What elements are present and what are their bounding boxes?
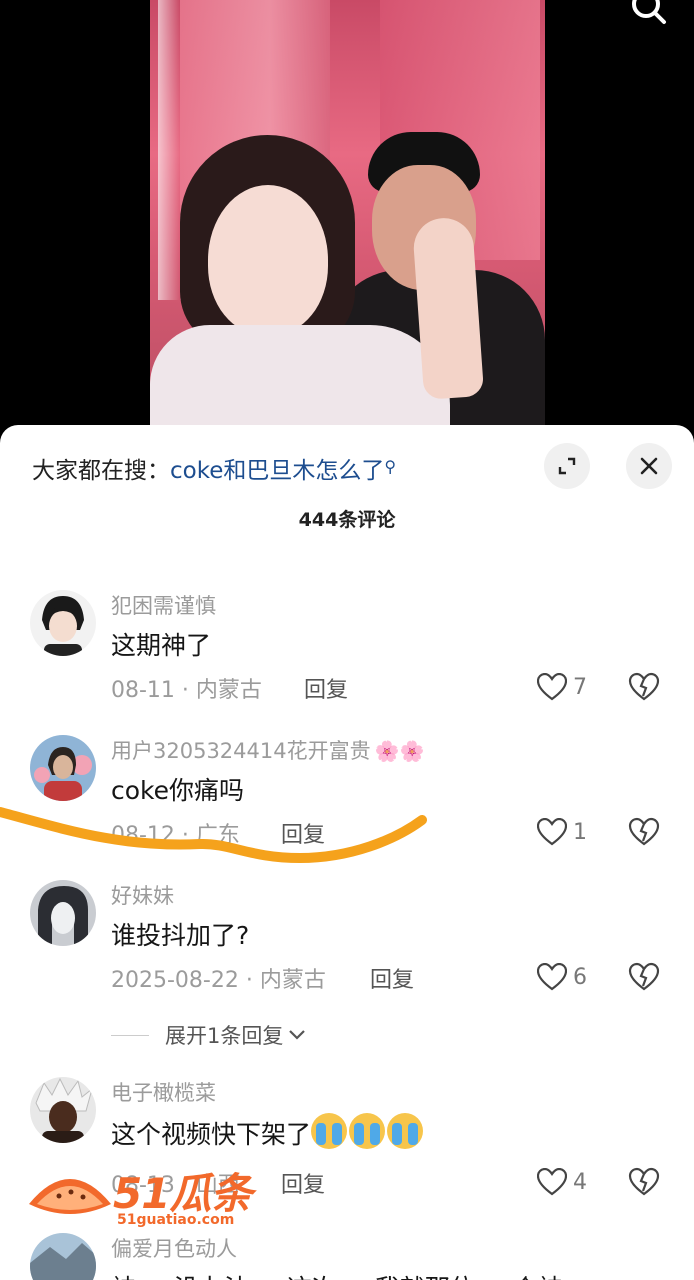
dislike-button[interactable]: [628, 962, 660, 992]
comment-location: 内蒙古: [195, 678, 262, 703]
search-icon: ⚲: [384, 457, 397, 476]
like-button[interactable]: 1: [537, 815, 597, 849]
like-button[interactable]: 7: [537, 670, 597, 704]
expand-icon: [558, 457, 576, 475]
comment-username[interactable]: 用户3205324414花开富贵 🌸🌸: [111, 735, 424, 765]
comment-meta: 08-12 · 广东: [111, 823, 240, 848]
heart-icon: [537, 673, 567, 701]
comment-username-text: 用户3205324414花开富贵: [111, 739, 371, 763]
crying-emoji: [349, 1113, 386, 1149]
comment-text: 神 没办法 这次 我就那位 个神: [111, 1269, 563, 1280]
watermark-logo: 51瓜条 51guatiao.com: [25, 1160, 275, 1235]
like-count: 1: [573, 819, 587, 845]
close-icon: [640, 457, 658, 475]
comment-date: 08-12: [111, 823, 175, 848]
heart-icon: [537, 963, 567, 991]
comment-location: 内蒙古: [259, 968, 326, 993]
comment-username[interactable]: 电子橄榄菜: [111, 1077, 216, 1107]
comment-sheet: 大家都在搜：coke和巴旦木怎么了⚲ 444条评论 犯困需谨慎 这期神了 08-…: [0, 425, 694, 1280]
comment-text: 这个视频快下架了: [111, 1113, 425, 1151]
comment-count: 444条评论: [298, 509, 396, 531]
comment-date: 2025-08-22: [111, 968, 239, 993]
comment-meta: 2025-08-22 · 内蒙古: [111, 968, 326, 993]
comment-username[interactable]: 偏爱月色动人: [111, 1233, 237, 1263]
broken-heart-icon: [628, 962, 660, 991]
like-button[interactable]: 6: [537, 960, 597, 994]
search-icon[interactable]: [626, 0, 672, 28]
landscape-avatar[interactable]: [30, 1233, 96, 1280]
crying-emoji: [387, 1113, 424, 1149]
like-count: 6: [573, 964, 587, 990]
video-player[interactable]: [0, 0, 694, 440]
flower-emoji: 🌸🌸: [374, 739, 425, 763]
reply-button[interactable]: 回复: [304, 672, 348, 704]
reply-button[interactable]: 回复: [281, 817, 325, 849]
woman-flowers-avatar[interactable]: [30, 735, 96, 801]
close-button[interactable]: [626, 443, 672, 489]
reply-button[interactable]: 回复: [370, 962, 414, 994]
like-button[interactable]: 4: [537, 1165, 597, 1199]
comment-item: 用户3205324414花开富贵 🌸🌸 coke你痛吗 08-12 · 广东 回复…: [0, 735, 694, 865]
comment-date: 08-11: [111, 678, 175, 703]
crying-emoji: [311, 1113, 348, 1149]
heart-icon: [537, 1168, 567, 1196]
white-hair-avatar[interactable]: [30, 1077, 96, 1143]
anime-boy-avatar[interactable]: [30, 590, 96, 656]
like-count: 7: [573, 674, 587, 700]
comment-item: 好妹妹 谁投抖加了? 2025-08-22 · 内蒙古 回复 6: [0, 880, 694, 1010]
chevron-down-icon: [289, 1030, 306, 1040]
reply-button[interactable]: 回复: [281, 1167, 325, 1199]
comment-text: coke你痛吗: [111, 776, 245, 805]
watermark-url: 51guatiao.com: [117, 1212, 235, 1228]
light-strip: [158, 0, 180, 300]
hands: [411, 216, 485, 400]
comment-username[interactable]: 好妹妹: [111, 880, 174, 910]
expand-button[interactable]: [544, 443, 590, 489]
broken-heart-icon: [628, 672, 660, 701]
melon-slice-icon: [29, 1179, 111, 1214]
dislike-button[interactable]: [628, 1167, 660, 1197]
expand-replies-button[interactable]: 展开1条回复: [111, 1020, 307, 1050]
dislike-button[interactable]: [628, 672, 660, 702]
comment-location: 广东: [195, 823, 240, 848]
comment-username[interactable]: 犯困需谨慎: [111, 590, 216, 620]
pale-face-avatar[interactable]: [30, 880, 96, 946]
person-body: [150, 325, 450, 440]
search-suggestion[interactable]: 大家都在搜：coke和巴旦木怎么了⚲: [32, 451, 396, 485]
broken-heart-icon: [628, 817, 660, 846]
video-frame[interactable]: [150, 0, 545, 440]
expand-replies-label: 展开1条回复: [165, 1024, 284, 1048]
comment-item: 偏爱月色动人 神 没办法 这次 我就那位 个神: [0, 1233, 694, 1280]
person-face: [208, 185, 328, 335]
comment-item: 犯困需谨慎 这期神了 08-11 · 内蒙古 回复 7: [0, 590, 694, 720]
comment-text: 这期神了: [111, 631, 212, 660]
comment-meta: 08-11 · 内蒙古: [111, 678, 262, 703]
dislike-button[interactable]: [628, 817, 660, 847]
comment-text-body: 这个视频快下架了: [111, 1120, 312, 1149]
search-suggestion-query[interactable]: coke和巴旦木怎么了: [170, 458, 384, 484]
comment-text: 谁投抖加了?: [111, 921, 250, 950]
heart-icon: [537, 818, 567, 846]
like-count: 4: [573, 1169, 587, 1195]
broken-heart-icon: [628, 1167, 660, 1196]
divider: [111, 1034, 149, 1036]
search-suggestion-prefix: 大家都在搜：: [32, 458, 170, 484]
